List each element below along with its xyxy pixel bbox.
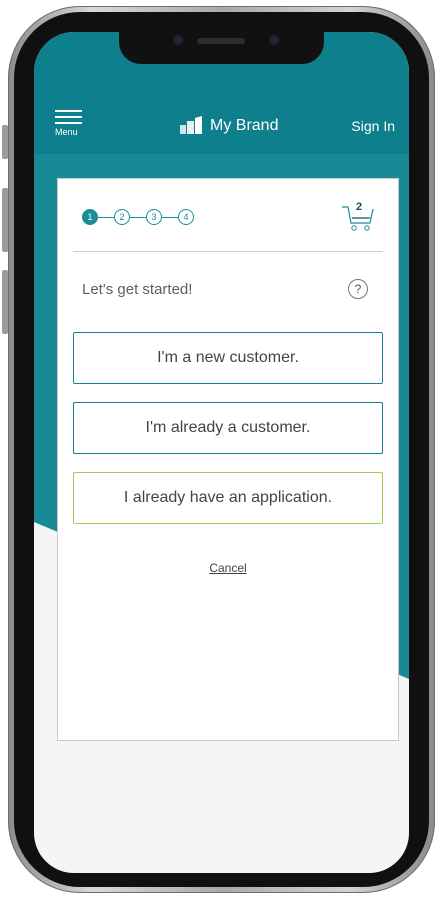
cart-count-badge: 2	[356, 201, 363, 213]
progress-stepper: 1 2 3 4	[82, 209, 194, 225]
new-customer-button[interactable]: I'm a new customer.	[73, 332, 383, 384]
phone-screen: Menu My Brand Sign In 1 2 3 4 2 Let's ge…	[34, 32, 409, 873]
sign-in-link[interactable]: Sign In	[351, 118, 395, 134]
hamburger-icon-bar	[55, 116, 82, 118]
mute-switch	[2, 125, 8, 159]
step-connector	[130, 216, 146, 218]
page-title: Let's get started!	[82, 281, 193, 298]
phone-notch	[119, 32, 324, 64]
volume-up-button	[2, 188, 8, 252]
get-started-card: 1 2 3 4 2 Let's get started! ? I'm a new…	[57, 178, 399, 741]
brand-name: My Brand	[210, 117, 279, 134]
step-1: 1	[82, 209, 98, 225]
existing-customer-button[interactable]: I'm already a customer.	[73, 402, 383, 454]
brand-logo-icon	[180, 116, 202, 134]
cart-button[interactable]: 2	[340, 201, 374, 235]
help-icon[interactable]: ?	[348, 279, 368, 299]
step-4: 4	[178, 209, 194, 225]
hamburger-icon-bar	[55, 122, 82, 124]
menu-label: Menu	[55, 127, 78, 137]
brand-logo[interactable]: My Brand	[180, 115, 278, 137]
step-3: 3	[146, 209, 162, 225]
existing-application-button[interactable]: I already have an application.	[73, 472, 383, 524]
step-connector	[162, 216, 178, 218]
cancel-link[interactable]: Cancel	[58, 561, 398, 575]
sensor-icon	[269, 35, 279, 45]
step-connector	[98, 216, 114, 218]
menu-button[interactable]: Menu	[55, 110, 83, 138]
speaker-grille	[197, 38, 245, 44]
hamburger-icon	[55, 110, 82, 112]
camera-icon	[173, 35, 183, 45]
header-divider	[73, 251, 383, 252]
volume-down-button	[2, 270, 8, 334]
step-2: 2	[114, 209, 130, 225]
